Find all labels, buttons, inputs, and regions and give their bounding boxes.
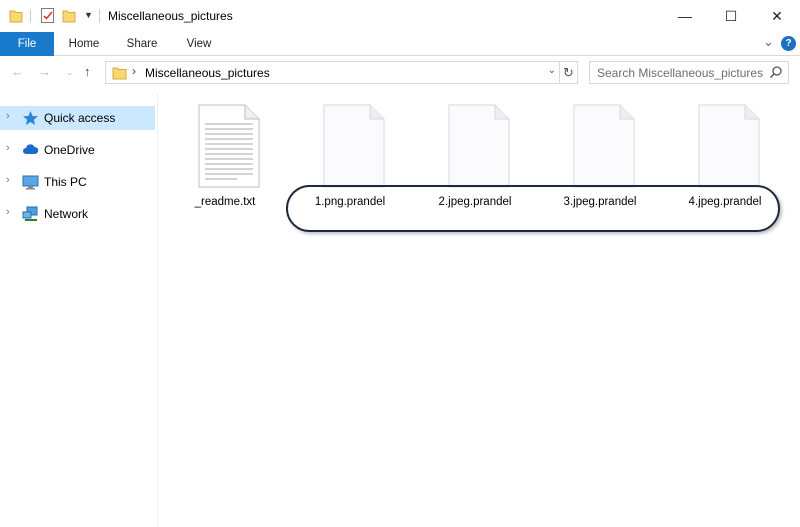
file-name: 4.jpeg.prandel: [688, 196, 762, 208]
blank-file-icon: [573, 104, 635, 188]
sidebar-item-onedrive[interactable]: › OneDrive: [0, 138, 155, 162]
folder-icon[interactable]: [9, 8, 23, 23]
search-icon[interactable]: [769, 65, 783, 79]
customize-toolbar-dropdown-icon[interactable]: ▼: [84, 10, 93, 20]
chevron-right-icon[interactable]: ›: [6, 142, 10, 154]
maximize-button[interactable]: ☐: [708, 0, 754, 32]
address-dropdown-icon[interactable]: ⌄: [548, 65, 556, 76]
sidebar-item-label: Network: [44, 207, 89, 221]
sidebar-item-quick-access[interactable]: › Quick access: [0, 106, 155, 130]
divider: [30, 9, 31, 23]
file-item-readme[interactable]: _readme.txt: [165, 104, 285, 214]
breadcrumb-chevron-icon[interactable]: ›: [132, 64, 136, 78]
help-icon[interactable]: ?: [781, 36, 796, 51]
up-arrow-icon[interactable]: ↑: [84, 62, 91, 82]
sidebar-item-network[interactable]: › Network: [0, 202, 155, 226]
sidebar-item-label: OneDrive: [44, 143, 95, 157]
address-toolbar: ← → ⌄ ↑ › Miscellaneous_pictures ⌄ ↻ Sea…: [0, 56, 800, 90]
tab-file[interactable]: File: [0, 32, 54, 56]
ribbon-tabs: File Home Share View ⌄ ?: [0, 32, 800, 56]
cloud-icon: [23, 144, 39, 154]
file-list: _readme.txt 1.png.prandel 2.jpeg.prandel…: [159, 92, 800, 527]
folder-icon: [112, 67, 127, 80]
blank-file-icon: [448, 104, 510, 188]
forward-arrow-icon[interactable]: →: [38, 62, 51, 82]
computer-icon: [22, 175, 39, 190]
file-name: 2.jpeg.prandel: [438, 196, 512, 208]
address-bar[interactable]: › Miscellaneous_pictures ⌄: [105, 61, 560, 84]
refresh-button[interactable]: ↻: [560, 61, 578, 84]
divider: [99, 9, 100, 23]
file-item-1[interactable]: 1.png.prandel: [290, 104, 410, 214]
sidebar-item-label: This PC: [44, 175, 87, 189]
window-title: Miscellaneous_pictures: [108, 9, 233, 23]
breadcrumb-current[interactable]: Miscellaneous_pictures: [145, 66, 270, 80]
chevron-right-icon[interactable]: ›: [6, 174, 10, 186]
minimize-button[interactable]: —: [662, 0, 708, 32]
recent-locations-dropdown-icon[interactable]: ⌄: [66, 62, 74, 82]
properties-icon[interactable]: [40, 7, 56, 24]
file-item-4[interactable]: 4.jpeg.prandel: [665, 104, 785, 214]
network-icon: [22, 206, 38, 221]
file-name: 3.jpeg.prandel: [563, 196, 637, 208]
file-item-3[interactable]: 3.jpeg.prandel: [540, 104, 660, 214]
new-folder-icon[interactable]: [62, 8, 76, 23]
search-placeholder: Search Miscellaneous_pictures: [597, 66, 764, 80]
navigation-pane: › Quick access › OneDrive › This PC › Ne…: [0, 92, 158, 527]
file-name: _readme.txt: [194, 196, 256, 208]
sidebar-item-this-pc[interactable]: › This PC: [0, 170, 155, 194]
expand-ribbon-icon[interactable]: ⌄: [763, 34, 774, 50]
tab-view[interactable]: View: [175, 32, 223, 56]
sidebar-item-label: Quick access: [44, 111, 116, 125]
file-item-2[interactable]: 2.jpeg.prandel: [415, 104, 535, 214]
text-document-icon: [198, 104, 260, 188]
file-name: 1.png.prandel: [314, 196, 386, 208]
search-input[interactable]: Search Miscellaneous_pictures: [589, 61, 789, 84]
close-button[interactable]: ✕: [754, 0, 800, 32]
back-arrow-icon[interactable]: ←: [11, 62, 24, 82]
star-icon: [23, 111, 38, 125]
chevron-right-icon[interactable]: ›: [6, 110, 10, 122]
title-bar: ▼ Miscellaneous_pictures — ☐ ✕: [0, 0, 800, 32]
tab-share[interactable]: Share: [118, 32, 166, 56]
blank-file-icon: [698, 104, 760, 188]
chevron-right-icon[interactable]: ›: [6, 206, 10, 218]
blank-file-icon: [323, 104, 385, 188]
tab-home[interactable]: Home: [60, 32, 108, 56]
